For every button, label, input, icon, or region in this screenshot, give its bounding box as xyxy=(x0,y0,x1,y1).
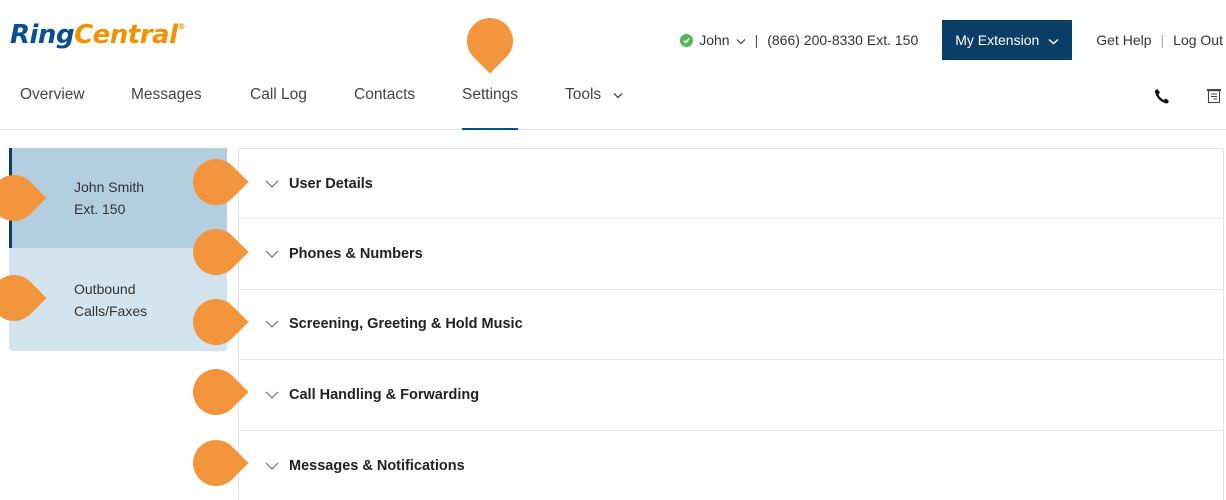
link-separator: | xyxy=(1160,32,1165,48)
header-separator: | xyxy=(754,32,759,48)
nav-tools-label: Tools xyxy=(565,86,602,103)
sidebar-item-label-line1: Outbound xyxy=(74,280,136,297)
my-extension-label: My Extension xyxy=(955,32,1040,48)
chevron-down-icon xyxy=(736,32,746,48)
section-title: Phones & Numbers xyxy=(289,246,423,263)
chevron-down-icon xyxy=(265,177,279,191)
nav-call-log[interactable]: Call Log xyxy=(250,86,307,104)
section-messages-notifications[interactable]: Messages & Notifications xyxy=(239,431,1223,500)
logo-registered-mark: ® xyxy=(177,22,186,31)
nav-tools[interactable]: Tools xyxy=(565,86,623,104)
chevron-down-icon xyxy=(265,388,279,402)
section-call-handling[interactable]: Call Handling & Forwarding xyxy=(239,360,1223,431)
chevron-down-icon xyxy=(1048,32,1059,48)
settings-accordion: User Details Phones & Numbers Screening,… xyxy=(238,148,1224,500)
main-nav: Overview Messages Call Log Contacts Sett… xyxy=(0,78,1226,130)
my-extension-button[interactable]: My Extension xyxy=(942,20,1073,60)
section-title: Messages & Notifications xyxy=(289,457,465,474)
chevron-down-icon xyxy=(613,86,623,104)
section-title: User Details xyxy=(289,175,373,192)
ringcentral-logo[interactable]: RingCentral® xyxy=(10,20,185,50)
online-status-icon xyxy=(680,33,694,47)
nav-settings[interactable]: Settings xyxy=(462,86,519,130)
get-help-link[interactable]: Get Help xyxy=(1096,32,1151,48)
callout-marker xyxy=(457,8,523,74)
user-menu[interactable]: John xyxy=(680,32,746,48)
user-phone-number: (866) 200-8330 Ext. 150 xyxy=(767,32,919,48)
log-out-link[interactable]: Log Out xyxy=(1173,32,1223,48)
logo-text-ring: Ring xyxy=(10,20,75,50)
chevron-down-icon xyxy=(265,317,279,331)
chevron-down-icon xyxy=(265,247,279,261)
logo-text-central: Central xyxy=(74,20,178,50)
nav-messages[interactable]: Messages xyxy=(131,86,202,104)
section-user-details[interactable]: User Details xyxy=(239,149,1223,220)
section-title: Screening, Greeting & Hold Music xyxy=(289,316,523,333)
fax-icon[interactable] xyxy=(1206,88,1222,110)
user-name: John xyxy=(699,32,730,48)
section-screening-greeting[interactable]: Screening, Greeting & Hold Music xyxy=(239,290,1223,361)
nav-contacts[interactable]: Contacts xyxy=(354,86,415,104)
section-title: Call Handling & Forwarding xyxy=(289,386,480,403)
nav-overview[interactable]: Overview xyxy=(20,86,85,104)
section-phones-numbers[interactable]: Phones & Numbers xyxy=(239,219,1223,290)
header-top-right: John | (866) 200-8330 Ext. 150 My Extens… xyxy=(680,20,1226,60)
chevron-down-icon xyxy=(265,459,279,473)
phone-icon[interactable] xyxy=(1154,88,1170,110)
